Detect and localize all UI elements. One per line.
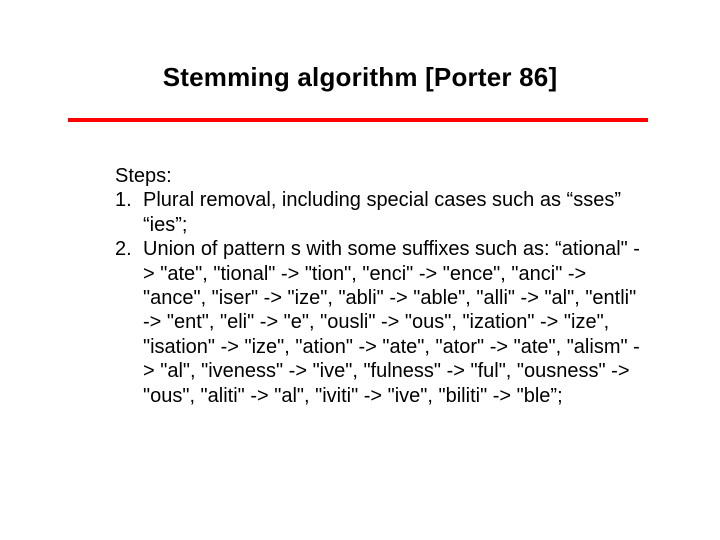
steps-list: 1. Plural removal, including special cas…: [115, 188, 645, 408]
item-text: Union of pattern s with some suffixes su…: [143, 237, 645, 408]
list-item: 2. Union of pattern s with some suffixes…: [115, 237, 645, 408]
slide-body: Steps: 1. Plural removal, including spec…: [115, 164, 645, 408]
item-number: 2.: [115, 237, 143, 408]
steps-label: Steps:: [115, 164, 645, 188]
item-number: 1.: [115, 188, 143, 237]
title-underline: [68, 118, 648, 122]
item-text: Plural removal, including special cases …: [143, 188, 645, 237]
slide: Stemming algorithm [Porter 86] Steps: 1.…: [0, 0, 720, 540]
list-item: 1. Plural removal, including special cas…: [115, 188, 645, 237]
slide-title: Stemming algorithm [Porter 86]: [0, 62, 720, 93]
